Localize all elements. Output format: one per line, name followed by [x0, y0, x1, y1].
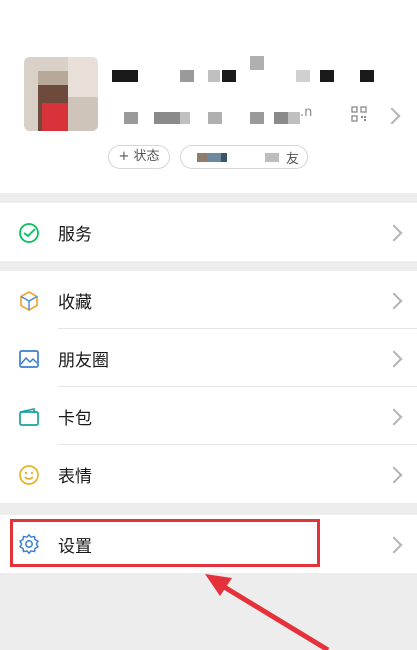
annotation-arrow: [205, 574, 330, 650]
